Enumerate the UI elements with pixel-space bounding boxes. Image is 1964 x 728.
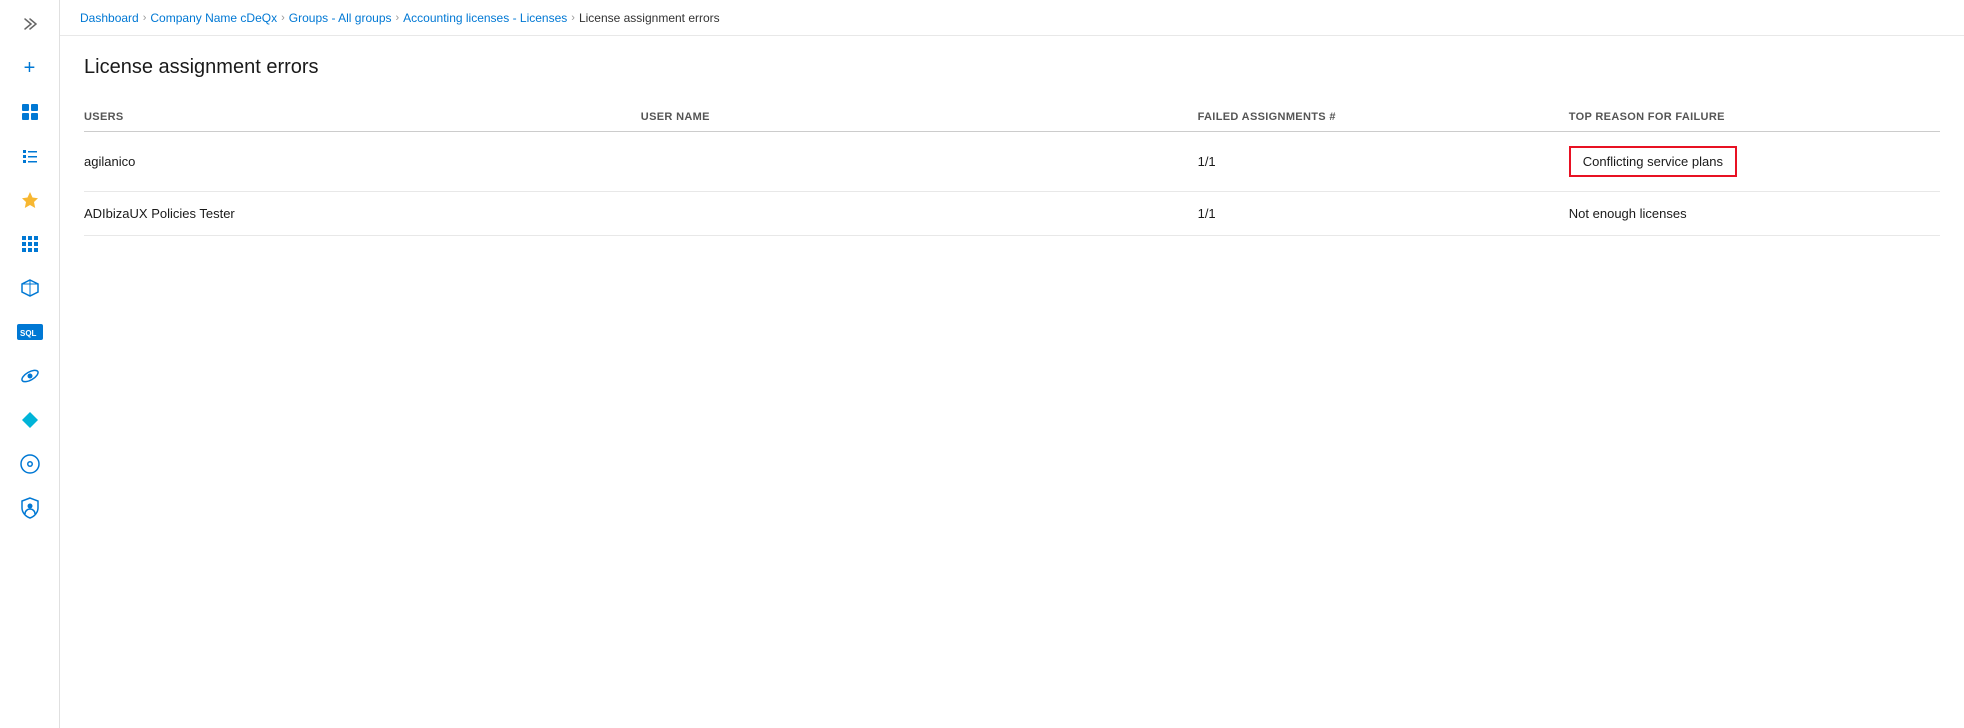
orbit-icon	[19, 365, 41, 387]
sidebar-item-orbit[interactable]	[8, 356, 52, 396]
sidebar-item-list[interactable]	[8, 136, 52, 176]
apps-icon	[20, 234, 40, 254]
cell-failed-2: 1/1	[1198, 192, 1569, 236]
table-row[interactable]: ADIbizaUX Policies Tester 1/1 Not enough…	[84, 192, 1940, 236]
breadcrumb-sep-2: ›	[281, 12, 285, 24]
errors-table: USERS USER NAME FAILED ASSIGNMENTS # TOP…	[84, 103, 1940, 236]
page-title: License assignment errors	[84, 56, 1940, 79]
sidebar-item-favorites[interactable]	[8, 180, 52, 220]
sidebar-item-dashboard[interactable]	[8, 92, 52, 132]
col-header-users: USERS	[84, 103, 641, 132]
box-icon	[20, 278, 40, 298]
sidebar-item-monitor[interactable]	[8, 444, 52, 484]
sidebar-item-apps[interactable]	[8, 224, 52, 264]
star-icon	[20, 190, 40, 210]
svg-text:SQL: SQL	[20, 329, 37, 338]
conflicting-service-plans-badge: Conflicting service plans	[1569, 146, 1737, 177]
breadcrumb-sep-3: ›	[396, 12, 400, 24]
col-header-username: USER NAME	[641, 103, 1198, 132]
col-header-failed: FAILED ASSIGNMENTS #	[1198, 103, 1569, 132]
breadcrumb: Dashboard › Company Name cDeQx › Groups …	[60, 0, 1964, 36]
cell-reason-2: Not enough licenses	[1569, 192, 1940, 236]
sidebar-item-add[interactable]: +	[8, 48, 52, 88]
sidebar-item-sql[interactable]: SQL	[8, 312, 52, 352]
breadcrumb-link-company[interactable]: Company Name cDeQx	[150, 11, 277, 25]
main-content: Dashboard › Company Name cDeQx › Groups …	[60, 0, 1964, 728]
sql-icon: SQL	[16, 323, 44, 341]
breadcrumb-link-groups[interactable]: Groups - All groups	[289, 11, 392, 25]
dashboard-icon	[20, 102, 40, 122]
cell-username-1	[641, 132, 1198, 192]
breadcrumb-sep-4: ›	[571, 12, 575, 24]
cell-failed-1: 1/1	[1198, 132, 1569, 192]
breadcrumb-link-dashboard[interactable]: Dashboard	[80, 11, 139, 25]
breadcrumb-link-licenses[interactable]: Accounting licenses - Licenses	[403, 11, 567, 25]
breadcrumb-current: License assignment errors	[579, 11, 720, 25]
sidebar-expand-button[interactable]	[12, 8, 48, 40]
sidebar: +	[0, 0, 60, 728]
table-header-row: USERS USER NAME FAILED ASSIGNMENTS # TOP…	[84, 103, 1940, 132]
list-icon	[20, 146, 40, 166]
cell-username-2	[641, 192, 1198, 236]
breadcrumb-sep-1: ›	[143, 12, 147, 24]
plus-icon: +	[24, 57, 36, 80]
cell-users-2: ADIbizaUX Policies Tester	[84, 192, 641, 236]
cell-reason-1[interactable]: Conflicting service plans	[1569, 132, 1940, 192]
page-content-area: License assignment errors USERS USER NAM…	[60, 36, 1964, 728]
diamond-icon	[20, 410, 40, 430]
cell-users-1: agilanico	[84, 132, 641, 192]
col-header-reason: TOP REASON FOR FAILURE	[1569, 103, 1940, 132]
sidebar-item-diamond[interactable]	[8, 400, 52, 440]
table-row[interactable]: agilanico 1/1 Conflicting service plans	[84, 132, 1940, 192]
sidebar-item-storage[interactable]	[8, 268, 52, 308]
sidebar-item-security[interactable]	[8, 488, 52, 528]
eye-circle-icon	[19, 453, 41, 475]
shield-person-icon	[20, 497, 40, 519]
